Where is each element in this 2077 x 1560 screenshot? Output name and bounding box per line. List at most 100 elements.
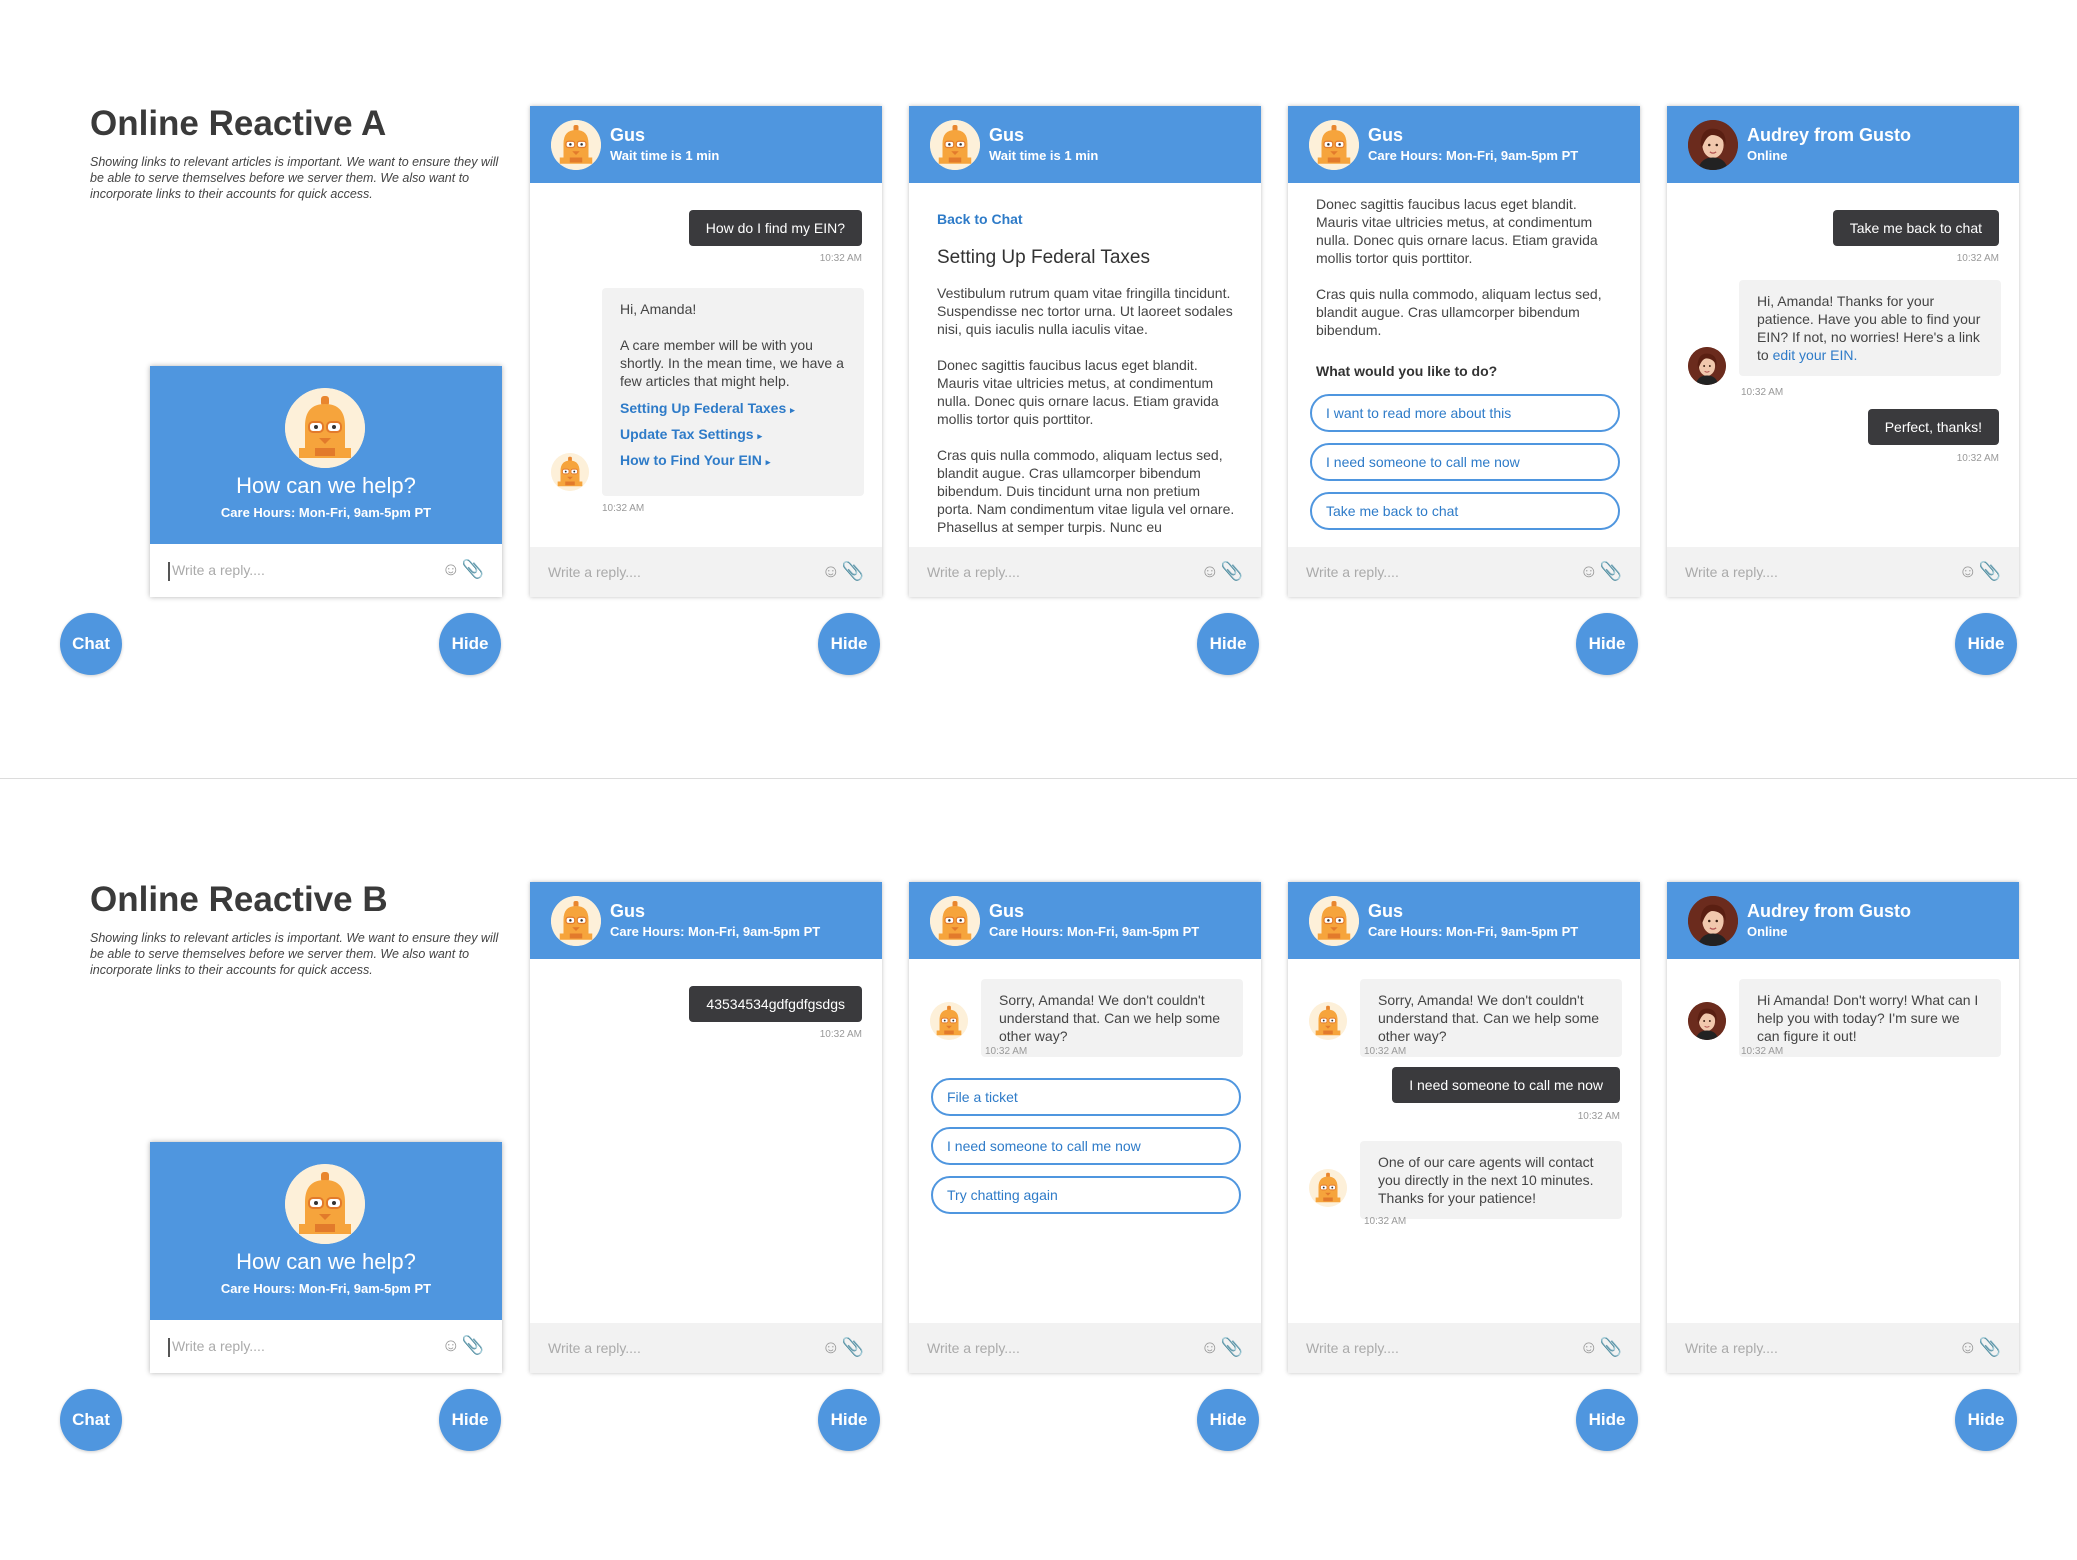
chat-header: Gus Care Hours: Mon-Fri, 9am-5pm PT [1288, 106, 1640, 183]
reply-input[interactable]: Write a reply.... [1306, 564, 1399, 580]
attachment-icon[interactable]: 📎 [462, 1335, 484, 1356]
article-link-federal-taxes[interactable]: Setting Up Federal Taxes ▸ [620, 396, 846, 422]
choice-file-ticket[interactable]: File a ticket [931, 1078, 1241, 1116]
agent-status: Online [1747, 924, 1788, 939]
gus-avatar [551, 896, 601, 946]
section-description: Showing links to relevant articles is im… [90, 155, 499, 201]
hide-button[interactable]: Hide [439, 1389, 501, 1451]
audrey-avatar [1688, 896, 1738, 946]
edit-ein-link[interactable]: edit your EIN. [1773, 347, 1858, 363]
emoji-icon[interactable]: ☺ [822, 561, 840, 582]
hide-button[interactable]: Hide [439, 613, 501, 675]
article-paragraph: Donec sagittis faucibus lacus eget bland… [1316, 196, 1598, 266]
attachment-icon[interactable]: 📎 [1979, 561, 2001, 582]
choice-try-again[interactable]: Try chatting again [931, 1176, 1241, 1214]
reply-input[interactable]: Write a reply.... [168, 1338, 265, 1357]
emoji-icon[interactable]: ☺ [1201, 1337, 1219, 1358]
gus-avatar [551, 120, 601, 170]
choice-call-me[interactable]: I need someone to call me now [1310, 443, 1620, 481]
hide-button[interactable]: Hide [1955, 1389, 2017, 1451]
reply-input[interactable]: Write a reply.... [548, 564, 641, 580]
reply-bar: Write a reply.... ☺ 📎 [530, 547, 882, 597]
chat-body: Sorry, Amanda! We don't couldn't underst… [909, 959, 1261, 1323]
chat-button[interactable]: Chat [60, 1389, 122, 1451]
emoji-icon[interactable]: ☺ [1580, 561, 1598, 582]
user-message: 43534534gdfgdfgsdgs [689, 986, 862, 1022]
section-online-reactive-b: Online Reactive B Showing links to relev… [0, 776, 2077, 1556]
agent-name: Gus [989, 125, 1025, 145]
chat-panel-unrecognized: Gus Care Hours: Mon-Fri, 9am-5pm PT 4353… [530, 882, 882, 1373]
attachment-icon[interactable]: 📎 [1600, 1337, 1622, 1358]
user-message: Perfect, thanks! [1867, 409, 1999, 445]
agent-status: Care Hours: Mon-Fri, 9am-5pm PT [1368, 924, 1579, 939]
article-link-tax-settings[interactable]: Update Tax Settings ▸ [620, 422, 846, 448]
article-paragraph: Cras quis nulla commodo, aliquam lectus … [1316, 286, 1602, 338]
hide-button[interactable]: Hide [818, 1389, 880, 1451]
chat-header: Audrey from Gusto Online [1667, 882, 2019, 959]
gus-avatar [1309, 120, 1359, 170]
article-text: Donec sagittis faucibus lacus eget bland… [1316, 195, 1616, 339]
hide-button[interactable]: Hide [818, 613, 880, 675]
timestamp: 10:32 AM [819, 1029, 862, 1040]
back-to-chat-link[interactable]: Back to Chat [937, 211, 1023, 227]
reply-bar: Write a reply.... ☺ 📎 [1288, 1323, 1640, 1373]
launcher-header: How can we help? Care Hours: Mon-Fri, 9a… [150, 366, 502, 544]
chat-body: Sorry, Amanda! We don't couldn't underst… [1288, 959, 1640, 1323]
launcher-header: How can we help? Care Hours: Mon-Fri, 9a… [150, 1142, 502, 1320]
choice-call-me[interactable]: I need someone to call me now [931, 1127, 1241, 1165]
attachment-icon[interactable]: 📎 [842, 561, 864, 582]
attachment-icon[interactable]: 📎 [1600, 561, 1622, 582]
emoji-icon[interactable]: ☺ [442, 1335, 460, 1356]
chat-panel-links: Gus Wait time is 1 min How do I find my … [530, 106, 882, 597]
attachment-icon[interactable]: 📎 [462, 559, 484, 580]
emoji-icon[interactable]: ☺ [1959, 1337, 1977, 1358]
hide-button[interactable]: Hide [1197, 613, 1259, 675]
emoji-icon[interactable]: ☺ [442, 559, 460, 580]
attachment-icon[interactable]: 📎 [1221, 561, 1243, 582]
emoji-icon[interactable]: ☺ [1580, 1337, 1598, 1358]
audrey-avatar [1688, 347, 1726, 385]
chat-header: Gus Wait time is 1 min [530, 106, 882, 183]
timestamp: 10:32 AM [1741, 1046, 1784, 1057]
reply-input[interactable]: Write a reply.... [927, 564, 1020, 580]
timestamp: 10:32 AM [985, 1046, 1028, 1057]
attachment-icon[interactable]: 📎 [1979, 1337, 2001, 1358]
reply-input[interactable]: Write a reply.... [548, 1340, 641, 1356]
user-message: Take me back to chat [1832, 210, 1999, 246]
timestamp: 10:32 AM [1577, 1111, 1620, 1122]
hide-button[interactable]: Hide [1955, 613, 2017, 675]
timestamp: 10:32 AM [1364, 1046, 1407, 1057]
reply-input[interactable]: Write a reply.... [927, 1340, 1020, 1356]
chat-header: Audrey from Gusto Online [1667, 106, 2019, 183]
attachment-icon[interactable]: 📎 [1221, 1337, 1243, 1358]
gus-avatar [285, 388, 365, 468]
emoji-icon[interactable]: ☺ [822, 1337, 840, 1358]
emoji-icon[interactable]: ☺ [1959, 561, 1977, 582]
reply-input[interactable]: Write a reply.... [1306, 1340, 1399, 1356]
choice-read-more[interactable]: I want to read more about this [1310, 394, 1620, 432]
launcher-heading: How can we help? [236, 473, 416, 498]
reply-input[interactable]: Write a reply.... [1685, 1340, 1778, 1356]
gus-avatar [1309, 1169, 1347, 1207]
choice-back-to-chat[interactable]: Take me back to chat [1310, 492, 1620, 530]
agent-name: Gus [610, 901, 646, 921]
gus-avatar [930, 896, 980, 946]
hide-button[interactable]: Hide [1197, 1389, 1259, 1451]
audrey-avatar [1688, 1002, 1726, 1040]
reply-input[interactable]: Write a reply.... [168, 562, 265, 581]
emoji-icon[interactable]: ☺ [1201, 561, 1219, 582]
reply-bar: Write a reply.... ☺ 📎 [909, 1323, 1261, 1373]
hide-button[interactable]: Hide [1576, 1389, 1638, 1451]
chat-panel-fallback-options: Gus Care Hours: Mon-Fri, 9am-5pm PT Sorr… [909, 882, 1261, 1373]
attachment-icon[interactable]: 📎 [842, 1337, 864, 1358]
reply-bar: Write a reply.... ☺ 📎 [530, 1323, 882, 1373]
question: What would you like to do? [1316, 363, 1498, 379]
message-text: A care member will be with you shortly. … [620, 337, 844, 389]
bot-message: One of our care agents will contact you … [1360, 1141, 1622, 1219]
reply-input[interactable]: Write a reply.... [1685, 564, 1778, 580]
article-link-find-ein[interactable]: How to Find Your EIN ▸ [620, 448, 846, 474]
hide-button[interactable]: Hide [1576, 613, 1638, 675]
user-message: I need someone to call me now [1392, 1067, 1620, 1103]
agent-name: Audrey from Gusto [1747, 901, 1912, 921]
chat-button[interactable]: Chat [60, 613, 122, 675]
